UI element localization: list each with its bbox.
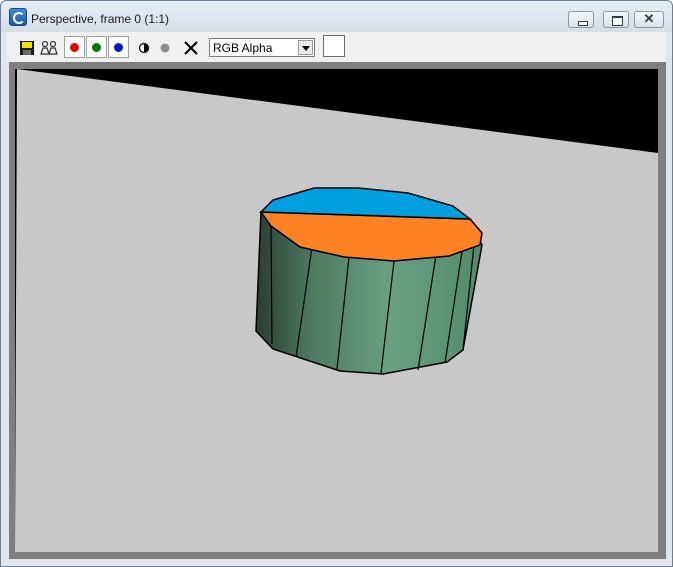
green-channel-icon[interactable] bbox=[86, 36, 107, 58]
channel-select[interactable]: RGB Alpha bbox=[209, 38, 315, 57]
maximize-button[interactable] bbox=[603, 11, 629, 28]
minimize-button[interactable] bbox=[568, 11, 594, 28]
monochrome-icon[interactable] bbox=[134, 38, 154, 58]
app-icon[interactable] bbox=[9, 8, 27, 26]
render-frame-window: Perspective, frame 0 (1:1) ✕ RGB Alpha bbox=[0, 0, 673, 567]
channel-select-value: RGB Alpha bbox=[213, 41, 273, 55]
color-swatch[interactable] bbox=[323, 35, 345, 57]
clear-icon[interactable] bbox=[181, 38, 201, 58]
render-viewport[interactable] bbox=[15, 69, 658, 552]
channel-toggle-group bbox=[64, 36, 130, 58]
clone-window-icon[interactable] bbox=[39, 38, 59, 58]
save-image-icon[interactable] bbox=[17, 38, 37, 58]
close-icon: ✕ bbox=[643, 11, 655, 26]
render-toolbar: RGB Alpha bbox=[7, 32, 666, 62]
close-button[interactable]: ✕ bbox=[634, 11, 664, 28]
gray-channel-icon[interactable] bbox=[155, 38, 175, 58]
red-channel-icon[interactable] bbox=[64, 36, 85, 58]
window-title: Perspective, frame 0 (1:1) bbox=[31, 12, 170, 26]
title-bar[interactable]: Perspective, frame 0 (1:1) ✕ bbox=[1, 1, 672, 32]
blue-channel-icon[interactable] bbox=[108, 36, 129, 58]
chevron-down-icon[interactable] bbox=[298, 40, 313, 55]
